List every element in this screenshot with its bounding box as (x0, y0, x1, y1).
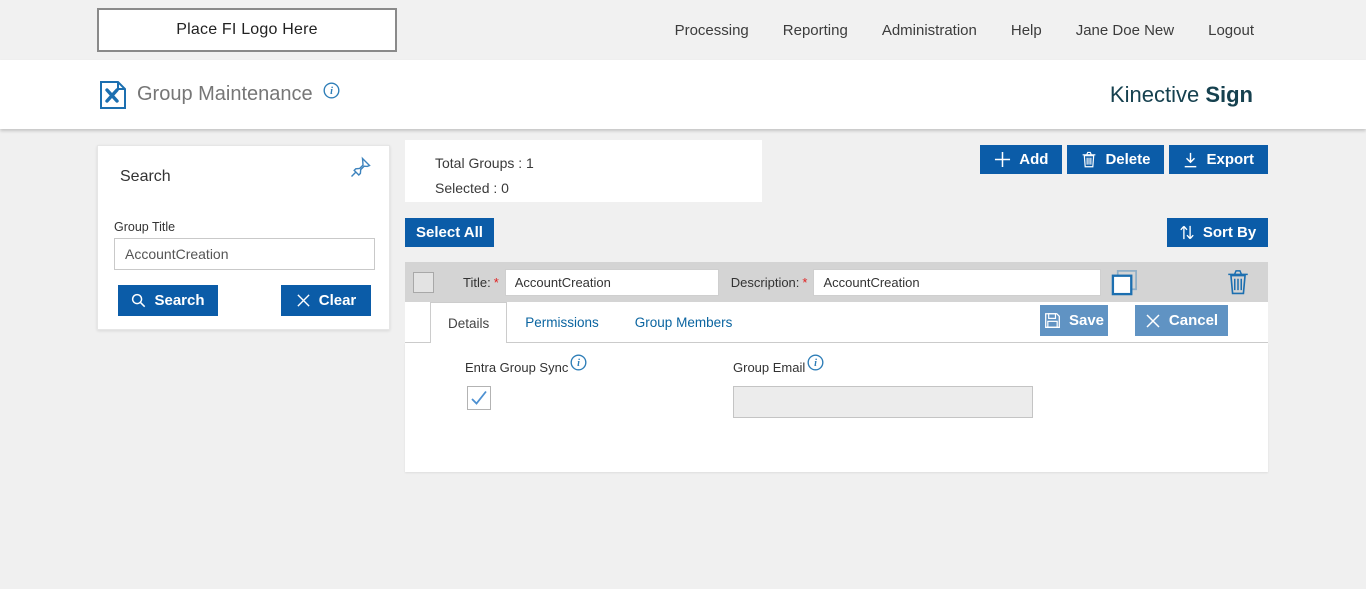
search-button-label: Search (154, 292, 204, 309)
export-button-label: Export (1206, 151, 1254, 168)
total-groups-line: Total Groups : 1 (435, 151, 762, 176)
tab-permissions[interactable]: Permissions (507, 302, 617, 342)
tab-group-members-label: Group Members (635, 315, 733, 330)
copy-icon[interactable] (1110, 268, 1139, 297)
add-button-label: Add (1019, 151, 1048, 168)
clear-button[interactable]: Clear (281, 285, 371, 316)
save-button[interactable]: Save (1040, 305, 1108, 336)
title-label: Title:* (463, 275, 499, 290)
plus-icon (994, 151, 1011, 168)
entra-group-sync-label: Entra Group Sync i (465, 360, 587, 375)
select-all-button[interactable]: Select All (405, 218, 494, 247)
entra-info-icon[interactable]: i (570, 354, 587, 371)
svg-text:i: i (330, 86, 333, 97)
tab-permissions-label: Permissions (525, 315, 599, 330)
nav-administration[interactable]: Administration (882, 22, 977, 39)
page-info-icon[interactable]: i (323, 82, 340, 99)
sort-icon (1179, 224, 1195, 241)
cancel-button[interactable]: Cancel (1135, 305, 1228, 336)
search-icon (131, 293, 146, 308)
search-panel-title: Search (120, 168, 171, 186)
fi-logo-text: Place FI Logo Here (176, 21, 317, 39)
title-input[interactable] (505, 269, 719, 296)
top-bar: Place FI Logo Here Processing Reporting … (0, 0, 1366, 60)
details-tab-panel: Entra Group Sync i Group Email i (405, 343, 1268, 472)
clear-x-icon (296, 293, 311, 308)
page-title: Group Maintenance (137, 83, 313, 106)
group-title-label: Group Title (114, 220, 175, 234)
selected-value: 0 (501, 180, 509, 196)
svg-text:i: i (814, 358, 817, 369)
group-row: Title:* Description:* (405, 262, 1268, 302)
cancel-x-icon (1145, 313, 1161, 329)
tab-group-members[interactable]: Group Members (617, 302, 751, 342)
search-button[interactable]: Search (118, 285, 218, 316)
download-icon (1183, 152, 1198, 168)
delete-button[interactable]: Delete (1067, 145, 1164, 174)
tab-bar: Details Permissions Group Members Save C… (405, 302, 1268, 343)
page-header: Group Maintenance i Kinective Sign (0, 60, 1366, 129)
cancel-button-label: Cancel (1169, 312, 1218, 329)
svg-text:i: i (577, 358, 580, 369)
row-trash-icon[interactable] (1227, 269, 1249, 295)
brand-bold: Sign (1205, 82, 1253, 107)
entra-group-sync-checkbox[interactable] (467, 386, 491, 410)
brand-regular: Kinective (1110, 82, 1199, 107)
delete-button-label: Delete (1105, 151, 1150, 168)
nav-processing[interactable]: Processing (675, 22, 749, 39)
group-maintenance-icon (100, 81, 126, 109)
group-title-input[interactable] (114, 238, 375, 270)
select-all-label: Select All (416, 224, 483, 241)
selected-line: Selected : 0 (435, 176, 762, 201)
checkmark-icon (470, 390, 488, 406)
save-floppy-icon (1044, 312, 1061, 329)
description-required-mark: * (802, 275, 807, 290)
nav-logout[interactable]: Logout (1208, 22, 1254, 39)
nav-reporting[interactable]: Reporting (783, 22, 848, 39)
row-checkbox[interactable] (413, 272, 434, 293)
groups-summary: Total Groups : 1 Selected : 0 (405, 140, 762, 202)
pin-icon[interactable] (349, 155, 373, 179)
fi-logo-placeholder: Place FI Logo Here (97, 8, 397, 52)
save-button-label: Save (1069, 312, 1104, 329)
group-email-input[interactable] (733, 386, 1033, 418)
group-actions: Add Delete Export (980, 145, 1268, 174)
total-groups-value: 1 (526, 155, 534, 171)
nav-help[interactable]: Help (1011, 22, 1042, 39)
export-button[interactable]: Export (1169, 145, 1268, 174)
description-input[interactable] (813, 269, 1101, 296)
group-email-info-icon[interactable]: i (807, 354, 824, 371)
title-required-mark: * (494, 275, 499, 290)
brand-logo: Kinective Sign (1110, 82, 1253, 108)
sort-by-label: Sort By (1203, 224, 1256, 241)
add-button[interactable]: Add (980, 145, 1062, 174)
tab-details[interactable]: Details (430, 302, 507, 343)
tab-details-label: Details (448, 316, 489, 331)
sort-by-button[interactable]: Sort By (1167, 218, 1268, 247)
clear-button-label: Clear (319, 292, 357, 309)
search-panel: Search Group Title Search Clear (97, 145, 390, 330)
group-email-label: Group Email i (733, 360, 824, 375)
trash-icon (1081, 151, 1097, 168)
main-content: Total Groups : 1 Selected : 0 Add Delete… (405, 140, 1268, 580)
nav-user-menu[interactable]: Jane Doe New (1076, 22, 1174, 39)
description-label: Description:* (731, 275, 808, 290)
top-navigation: Processing Reporting Administration Help… (675, 22, 1254, 39)
